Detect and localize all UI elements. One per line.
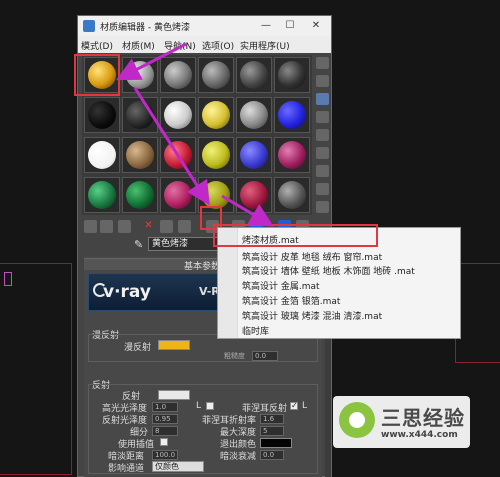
menu-bar: 模式(D) 材质(M) 导航(N) 选项(O) 实用程序(U) bbox=[78, 36, 331, 53]
eyedropper-icon[interactable]: ✎ bbox=[134, 238, 143, 251]
make-unique-icon[interactable] bbox=[160, 220, 173, 233]
flyout-item-gold-silver[interactable]: 筑高设计 金箔 银箔.mat bbox=[242, 294, 340, 307]
put-to-library-icon[interactable] bbox=[178, 220, 191, 233]
sample-slot[interactable] bbox=[122, 137, 158, 173]
sample-slot[interactable] bbox=[122, 97, 158, 133]
sample-slot[interactable] bbox=[236, 97, 272, 133]
flyout-item-leather-carpet[interactable]: 筑高设计 皮革 地毯 绒布 窗帘.mat bbox=[242, 250, 382, 263]
dim-falloff-spinner[interactable]: 0.0 bbox=[260, 450, 284, 460]
video-check-icon[interactable] bbox=[316, 129, 329, 141]
reset-map-icon[interactable]: ✕ bbox=[142, 220, 155, 233]
make-preview-icon[interactable] bbox=[316, 147, 329, 159]
affect-channels-dropdown[interactable]: 仅颜色 bbox=[152, 461, 204, 472]
get-material-icon[interactable] bbox=[84, 220, 97, 233]
reflect-color-swatch[interactable] bbox=[158, 390, 190, 400]
sample-type-icon[interactable] bbox=[316, 57, 329, 69]
menu-material[interactable]: 材质(M) bbox=[122, 39, 155, 52]
watermark-logo-icon bbox=[339, 402, 375, 438]
rollout-title: 基本参数 bbox=[184, 262, 221, 272]
sample-slot[interactable] bbox=[84, 137, 120, 173]
assign-material-icon[interactable] bbox=[118, 220, 131, 233]
title-bar: 材质编辑器 - 黄色烤漆 — ☐ ✕ bbox=[78, 16, 331, 36]
diffuse-color-swatch[interactable] bbox=[158, 340, 190, 350]
sample-slot[interactable] bbox=[236, 57, 272, 93]
flyout-item-highlight bbox=[213, 224, 378, 247]
dim-dist-spinner[interactable]: 100.0 bbox=[152, 450, 178, 460]
dim-falloff-label: 暗淡衰减 bbox=[220, 452, 257, 462]
roughness-label: 粗糙度 bbox=[224, 352, 245, 360]
watermark-url: www.x444.com bbox=[381, 430, 458, 440]
hilight-gloss-spinner[interactable]: 1.0 bbox=[152, 402, 178, 412]
watermark-title: 三思经验 bbox=[381, 406, 465, 430]
watermark: 三思经验 www.x444.com bbox=[333, 396, 470, 448]
sample-slot[interactable] bbox=[160, 177, 196, 213]
sample-slot[interactable] bbox=[274, 97, 310, 133]
roughness-spinner[interactable]: 0.0 bbox=[252, 351, 278, 361]
use-interp-checkbox[interactable] bbox=[160, 438, 168, 446]
menu-options[interactable]: 选项(O) bbox=[202, 39, 234, 52]
sample-slot[interactable] bbox=[236, 137, 272, 173]
sample-slot[interactable] bbox=[198, 137, 234, 173]
viewport-outline-left bbox=[0, 263, 72, 475]
subdivs-spinner[interactable]: 8 bbox=[152, 426, 178, 436]
sample-slot[interactable] bbox=[198, 97, 234, 133]
viewport-outline-right bbox=[455, 263, 500, 363]
sample-slot[interactable] bbox=[274, 137, 310, 173]
background-icon[interactable] bbox=[316, 93, 329, 105]
flyout-item-wall-floor[interactable]: 筑高设计 墙体 壁纸 地板 木饰面 地砖 .mat bbox=[242, 264, 415, 277]
refl-gloss-spinner[interactable]: 0.95 bbox=[152, 414, 178, 424]
uv-tiling-icon[interactable] bbox=[316, 111, 329, 123]
hilight-lock-label[interactable]: L bbox=[196, 401, 201, 411]
sample-slot[interactable] bbox=[122, 57, 158, 93]
backlight-icon[interactable] bbox=[316, 75, 329, 87]
put-to-scene-icon[interactable] bbox=[100, 220, 113, 233]
options-icon[interactable] bbox=[316, 165, 329, 177]
minimize-button[interactable]: — bbox=[258, 19, 274, 33]
close-button[interactable]: ✕ bbox=[308, 19, 324, 33]
sample-slot[interactable] bbox=[160, 57, 196, 93]
side-toolbar bbox=[315, 55, 331, 215]
sample-slot[interactable] bbox=[84, 177, 120, 213]
fresnel-checkbox[interactable]: ✓ bbox=[290, 402, 298, 410]
affect-channels-label: 影响通道 bbox=[108, 464, 145, 474]
flyout-item-glass-paint[interactable]: 筑高设计 玻璃 烤漆 混油 清漆.mat bbox=[242, 309, 382, 322]
sample-slot[interactable] bbox=[122, 177, 158, 213]
sample-slot[interactable] bbox=[84, 97, 120, 133]
hilight-lock-checkbox[interactable] bbox=[206, 402, 214, 410]
menu-utilities[interactable]: 实用程序(U) bbox=[240, 39, 290, 52]
selected-slot-highlight bbox=[74, 54, 120, 96]
sample-slot[interactable] bbox=[160, 137, 196, 173]
material-navigator-icon[interactable] bbox=[316, 201, 329, 213]
sample-slot[interactable] bbox=[198, 57, 234, 93]
select-by-material-icon[interactable] bbox=[316, 183, 329, 195]
flyout-item-metal[interactable]: 筑高设计 金属.mat bbox=[242, 279, 320, 292]
sample-slot[interactable] bbox=[160, 97, 196, 133]
sample-slot[interactable] bbox=[236, 177, 272, 213]
sample-slot[interactable] bbox=[274, 57, 310, 93]
diffuse-label: 漫反射 bbox=[124, 343, 152, 353]
sample-slot[interactable] bbox=[274, 177, 310, 213]
vray-logo: v·ray bbox=[103, 282, 151, 302]
viewport-gizmo bbox=[4, 272, 12, 286]
fresnel-lock-label[interactable]: L bbox=[302, 401, 307, 411]
fresnel-ior-spinner[interactable]: 1.6 bbox=[260, 414, 284, 424]
flyout-item-temp-library[interactable]: 临时库 bbox=[242, 324, 269, 337]
app-icon bbox=[83, 20, 95, 32]
menu-mode[interactable]: 模式(D) bbox=[81, 39, 113, 52]
window-title: 材质编辑器 - 黄色烤漆 bbox=[100, 23, 190, 33]
maximize-button[interactable]: ☐ bbox=[282, 19, 298, 33]
exit-color-swatch[interactable] bbox=[260, 438, 292, 448]
menu-navigation[interactable]: 导航(N) bbox=[164, 39, 196, 52]
max-depth-spinner[interactable]: 5 bbox=[260, 426, 284, 436]
